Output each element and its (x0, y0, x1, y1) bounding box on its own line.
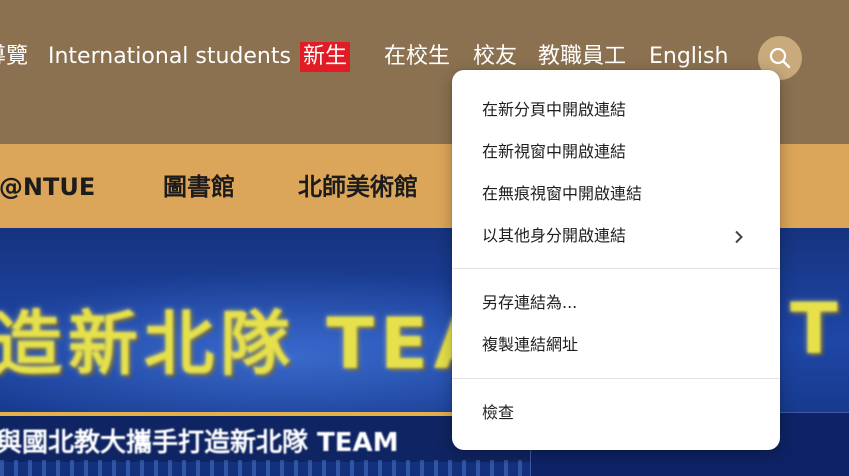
menu-open-in-new-tab[interactable]: 在新分頁中開啟連結 (452, 90, 780, 130)
menu-open-as-profile[interactable]: 以其他身分開啟連結 (452, 216, 780, 256)
hero-title-right: T (790, 288, 844, 370)
top-nav-guide[interactable]: 導覽 (0, 40, 28, 74)
menu-open-in-new-window[interactable]: 在新視窗中開啟連結 (452, 132, 780, 172)
sub-nav-art-museum[interactable]: 北師美術館 (298, 170, 418, 204)
menu-save-link-as[interactable]: 另存連結為... (452, 283, 780, 323)
menu-item-label: 檢查 (482, 403, 515, 422)
menu-item-label: 複製連結網址 (482, 335, 579, 354)
top-nav-international-students[interactable]: International students (48, 40, 291, 74)
menu-item-label: 以其他身分開啟連結 (482, 226, 627, 245)
menu-item-label: 在新分頁中開啟連結 (482, 100, 627, 119)
sub-nav-library[interactable]: 圖書館 (163, 170, 235, 204)
context-menu: 在新分頁中開啟連結 在新視窗中開啟連結 在無痕視窗中開啟連結 以其他身分開啟連結… (452, 70, 780, 450)
hero-subtitle: 與國北教大攜手打造新北隊 TEAM (0, 428, 399, 458)
menu-inspect[interactable]: 檢查 (452, 393, 780, 433)
top-nav-english[interactable]: English (649, 40, 728, 74)
sub-nav-i-ntue[interactable]: I@NTUE (0, 170, 95, 204)
menu-divider (452, 378, 780, 379)
menu-item-label: 在新視窗中開啟連結 (482, 142, 627, 161)
menu-item-label: 另存連結為... (482, 293, 578, 312)
search-icon (769, 47, 791, 69)
hero-decoration (0, 460, 530, 476)
top-nav-current-students[interactable]: 在校生 (384, 40, 450, 74)
menu-open-in-incognito[interactable]: 在無痕視窗中開啟連結 (452, 174, 780, 214)
chevron-right-icon (735, 230, 743, 244)
top-nav-freshmen[interactable]: 新生 (300, 42, 351, 72)
top-nav-alumni[interactable]: 校友 (473, 40, 517, 74)
menu-copy-link-address[interactable]: 複製連結網址 (452, 325, 780, 365)
menu-item-label: 在無痕視窗中開啟連結 (482, 184, 643, 203)
menu-divider (452, 268, 780, 269)
top-nav-staff[interactable]: 教職員工 (538, 40, 626, 74)
